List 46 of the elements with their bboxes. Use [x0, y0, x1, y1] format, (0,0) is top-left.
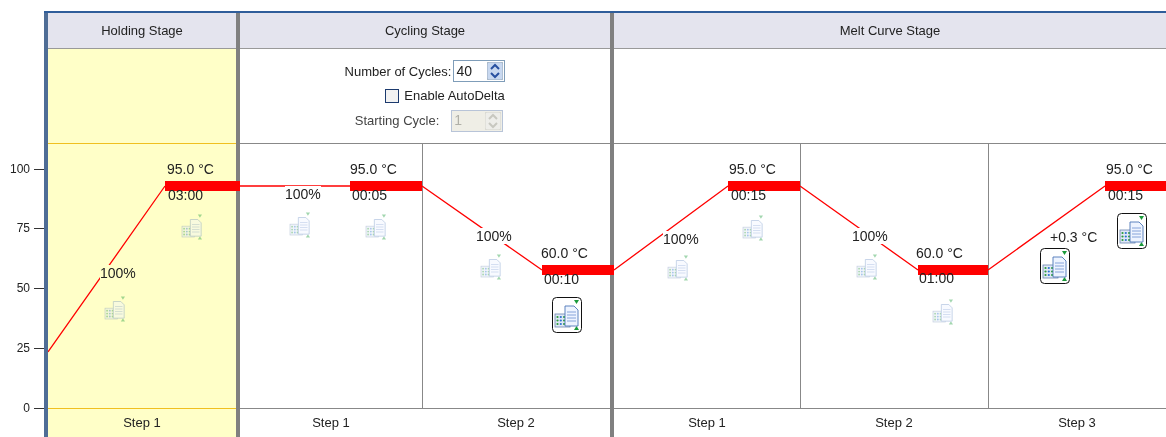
stage-header[interactable]: Melt Curve Stage [614, 13, 1166, 49]
ramp-rate[interactable]: 100% [285, 186, 321, 202]
axis-tick-mark [34, 407, 44, 409]
step-label: Step 2 [497, 414, 535, 432]
step-label: Step 1 [688, 414, 726, 432]
axis-tick-label: 25 [15, 340, 30, 356]
checkbox-label: Enable AutoDelta [404, 87, 505, 106]
field-label: Number of Cycles: [344, 62, 452, 81]
axis-tick-mark [34, 287, 44, 289]
step-label: Step 3 [1058, 414, 1096, 432]
step-label: Step 2 [875, 414, 913, 432]
field-label: Starting Cycle: [354, 112, 440, 130]
hold-time[interactable]: 01:00 [919, 270, 955, 286]
hold-temperature[interactable]: 60.0 °C [541, 245, 588, 261]
ramp-rate[interactable]: 100% [663, 231, 699, 247]
ramp-rate[interactable]: 100% [100, 265, 136, 281]
stage-header[interactable]: Holding Stage [48, 13, 236, 49]
ramp-rate[interactable]: +0.3 °C [1050, 229, 1098, 245]
step-label: Step 1 [123, 414, 161, 432]
hold-time[interactable]: 03:00 [168, 187, 204, 203]
data-collection-icon[interactable] [1117, 213, 1147, 249]
axis-tick-mark [34, 168, 44, 170]
ramp-rate[interactable]: 100% [852, 228, 888, 244]
hold-time[interactable]: 00:05 [352, 187, 388, 203]
ramp-rate[interactable]: 100% [476, 228, 512, 244]
data-collection-icon[interactable] [1040, 248, 1070, 284]
spin-arrows-icon[interactable] [487, 62, 504, 81]
axis-tick-label: 75 [15, 220, 30, 236]
hold-temperature[interactable]: 95.0 °C [729, 161, 776, 177]
data-collection-icon[interactable] [552, 297, 582, 333]
hold-time[interactable]: 00:10 [544, 271, 580, 287]
axis-tick-label: 50 [15, 280, 30, 296]
hold-temperature[interactable]: 95.0 °C [350, 161, 397, 177]
autodelta-checkbox[interactable] [385, 89, 400, 103]
hold-temperature[interactable]: 95.0 °C [1106, 161, 1153, 177]
axis-tick-mark [34, 347, 44, 349]
hold-time[interactable]: 00:15 [731, 187, 767, 203]
hold-time[interactable]: 00:15 [1108, 187, 1144, 203]
axis-tick-label: 100 [8, 161, 30, 177]
cycles-spinner[interactable]: 40 [453, 60, 506, 83]
step-label: Step 1 [312, 414, 350, 432]
hold-temperature[interactable]: 95.0 °C [167, 161, 214, 177]
stage-header[interactable]: Cycling Stage [240, 13, 610, 49]
hold-temperature[interactable]: 60.0 °C [916, 245, 963, 261]
axis-tick-mark [34, 227, 44, 229]
axis-tick-label: 0 [22, 400, 30, 416]
